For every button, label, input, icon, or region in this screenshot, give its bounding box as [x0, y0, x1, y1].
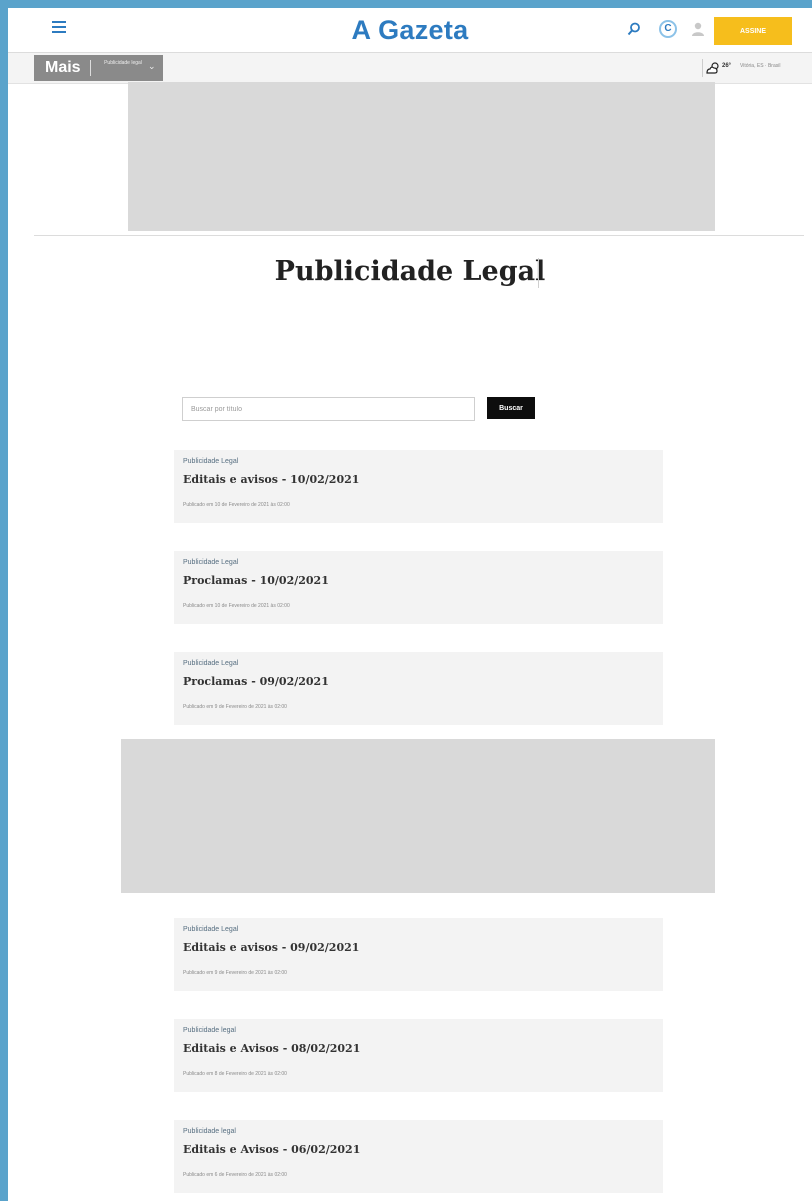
article-title[interactable]: Proclamas - 10/02/2021 — [183, 574, 329, 587]
article-category[interactable]: Publicidade legal — [183, 1128, 236, 1135]
article-category[interactable]: Publicidade Legal — [183, 660, 238, 667]
article-title[interactable]: Editais e avisos - 09/02/2021 — [183, 941, 359, 954]
weather-temperature: 26° — [722, 63, 732, 69]
page-frame: A Gazeta C ASSINE Mais Publicidade legal… — [8, 8, 812, 1201]
top-header: A Gazeta C ASSINE — [8, 8, 812, 53]
search-icon[interactable] — [627, 22, 641, 36]
article-category[interactable]: Publicidade Legal — [183, 926, 238, 933]
search-input[interactable] — [182, 397, 475, 421]
article-card[interactable]: Publicidade Legal Editais e avisos - 10/… — [174, 450, 663, 523]
ad-banner-top — [128, 82, 715, 231]
article-date: Publicado em 10 de Fevereiro de 2021 às … — [183, 502, 290, 508]
article-category[interactable]: Publicidade Legal — [183, 559, 238, 566]
divider — [90, 60, 91, 76]
article-date: Publicado em 6 de Fevereiro de 2021 às 0… — [183, 1172, 287, 1178]
page-title: Publicidade Legal — [274, 256, 546, 287]
article-title[interactable]: Proclamas - 09/02/2021 — [183, 675, 329, 688]
cbn-icon[interactable]: C — [659, 20, 677, 38]
section-label: Publicidade legal — [104, 60, 142, 66]
article-title[interactable]: Editais e Avisos - 08/02/2021 — [183, 1042, 360, 1055]
article-date: Publicado em 9 de Fevereiro de 2021 às 0… — [183, 970, 287, 976]
article-category[interactable]: Publicidade legal — [183, 1027, 236, 1034]
weather-location: Vitória, ES · Brasil — [740, 63, 781, 69]
chevron-down-icon: ⌄ — [148, 61, 156, 71]
article-category[interactable]: Publicidade Legal — [183, 458, 238, 465]
article-title[interactable]: Editais e Avisos - 06/02/2021 — [183, 1143, 360, 1156]
weather-cloud-icon — [706, 62, 719, 74]
subscribe-button[interactable]: ASSINE — [714, 17, 792, 45]
section-bar: Mais Publicidade legal ⌄ 26° Vitória, ES… — [8, 53, 812, 84]
section-dropdown[interactable]: Mais Publicidade legal ⌄ — [34, 55, 163, 81]
article-card[interactable]: Publicidade legal Editais e Avisos - 08/… — [174, 1019, 663, 1092]
divider — [34, 235, 804, 236]
article-card[interactable]: Publicidade Legal Proclamas - 10/02/2021… — [174, 551, 663, 624]
ad-banner-middle — [121, 739, 715, 893]
article-date: Publicado em 10 de Fevereiro de 2021 às … — [183, 603, 290, 609]
article-date: Publicado em 8 de Fevereiro de 2021 às 0… — [183, 1071, 287, 1077]
user-icon[interactable] — [691, 21, 705, 37]
article-card[interactable]: Publicidade legal Editais e Avisos - 06/… — [174, 1120, 663, 1193]
article-card[interactable]: Publicidade Legal Proclamas - 09/02/2021… — [174, 652, 663, 725]
article-title[interactable]: Editais e avisos - 10/02/2021 — [183, 473, 359, 486]
divider — [702, 59, 703, 77]
title-divider — [538, 258, 539, 288]
article-date: Publicado em 9 de Fevereiro de 2021 às 0… — [183, 704, 287, 710]
article-card[interactable]: Publicidade Legal Editais e avisos - 09/… — [174, 918, 663, 991]
search-button[interactable]: Buscar — [487, 397, 535, 419]
mais-label: Mais — [45, 59, 81, 76]
